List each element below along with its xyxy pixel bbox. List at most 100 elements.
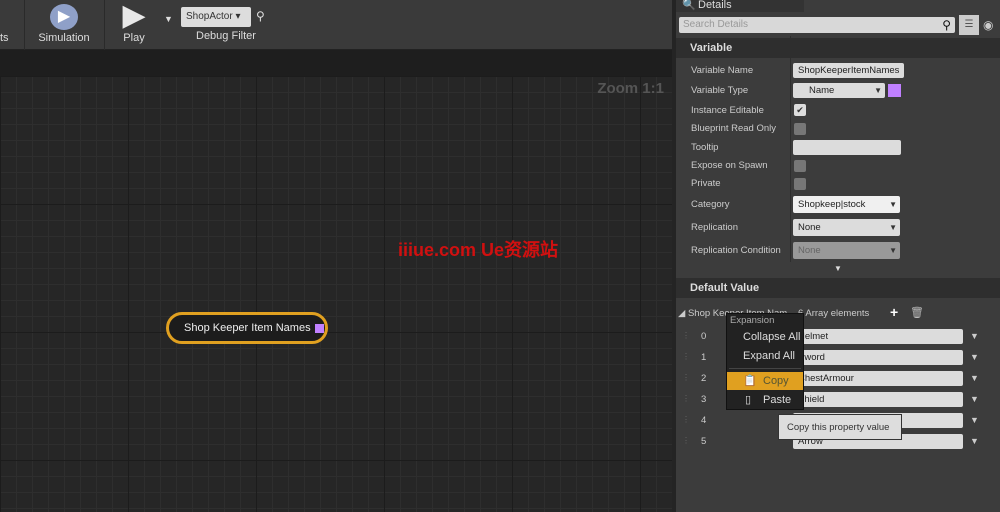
drag-handle[interactable]: ⋮ [682,331,690,340]
category-combo[interactable]: Shopkeep|stock ▼ [793,196,900,213]
menu-item-copy[interactable]: 📋 Copy [727,372,803,390]
variable-section-header[interactable]: Variable [676,38,1000,58]
delete-icon[interactable]: 🗑 [910,306,924,319]
menu-section-header: Expansion [730,315,775,326]
variable-name-input[interactable]: ShopKeeperItemNames [793,63,904,78]
drag-handle[interactable]: ⋮ [682,394,690,403]
read-only-checkbox[interactable] [794,123,806,135]
expose-on-spawn-label: Expose on Spawn [691,160,768,171]
container-type-icon[interactable] [888,84,901,97]
replication-condition-label: Replication Condition [691,245,781,256]
instance-editable-label: Instance Editable [691,105,764,116]
debug-actor-value: ShopActor [186,11,233,22]
array-count: 6 Array elements [798,308,870,319]
tooltip: Copy this property value [778,414,902,440]
element-options-dropdown[interactable]: ▼ [970,436,979,446]
graph-header [0,50,672,76]
play-options-dropdown[interactable]: ▼ [164,14,173,24]
array-element-input[interactable]: Helmet [793,329,963,344]
divider [729,368,801,369]
array-element-input[interactable]: ChestArmour [793,371,963,386]
drag-handle[interactable]: ⋮ [682,415,690,424]
toolbar-partial-button[interactable]: ts [0,32,9,44]
drag-handle[interactable]: ⋮ [682,373,690,382]
array-element-input[interactable]: Shield [793,392,963,407]
advanced-expand-icon[interactable]: ▼ [834,264,842,273]
element-index: 3 [701,394,707,405]
private-checkbox[interactable] [794,178,806,190]
element-options-dropdown[interactable]: ▼ [970,373,979,383]
copy-icon: 📋 [743,375,757,387]
element-index: 5 [701,436,707,447]
drag-handle[interactable]: ⋮ [682,436,690,445]
blueprint-graph[interactable]: Zoom 1:1 [0,76,672,512]
toolbar: ts ▶ Simulation ▶ Play ▼ ShopActor ▾ ⚲ D… [0,0,672,50]
tab-details[interactable]: 🔍 Details [676,0,804,12]
array-pin-icon[interactable] [314,323,324,333]
element-options-dropdown[interactable]: ▼ [970,331,979,341]
element-options-dropdown[interactable]: ▼ [970,352,979,362]
element-index: 1 [701,352,707,363]
element-options-dropdown[interactable]: ▼ [970,415,979,425]
divider [790,36,791,262]
node-label: Shop Keeper Item Names [184,322,311,334]
tab-label: Details [698,0,732,11]
replication-condition-select: None ▼ [793,242,900,259]
replication-label: Replication [691,222,738,233]
add-element-icon[interactable]: + [890,304,898,320]
play-label: Play [123,32,145,44]
element-index: 4 [701,415,707,426]
read-only-label: Blueprint Read Only [691,123,777,134]
tooltip-label: Tooltip [691,142,719,153]
element-index: 0 [701,331,707,342]
category-label: Category [691,199,730,210]
simulation-label: Simulation [38,32,90,44]
chevron-down-icon: ▼ [874,86,882,95]
replication-value: None [798,222,821,233]
paste-icon: ▯ [745,394,752,406]
element-options-dropdown[interactable]: ▼ [970,394,979,404]
menu-item-paste[interactable]: ▯ Paste [727,391,803,409]
variable-name-label: Variable Name [691,65,754,76]
search-details-input[interactable]: Search Details ⚲ [679,17,955,33]
paste-label: Paste [763,394,792,406]
section-label: Default Value [690,282,760,294]
copy-label: Copy [763,375,789,387]
section-label: Variable [690,42,733,54]
chevron-down-icon: ▼ [889,246,897,255]
debug-filter-select[interactable]: ShopActor ▾ [181,7,251,27]
category-value: Shopkeep|stock [798,199,866,210]
eye-icon[interactable]: ◉ [983,18,993,32]
array-element-input[interactable]: Sword [793,350,963,365]
variable-type-value: Name [809,85,835,96]
variable-node[interactable]: Shop Keeper Item Names [166,312,328,344]
search-icon: ⚲ [942,18,951,32]
simulation-icon: ▶ [50,4,78,30]
divider [104,0,105,50]
variable-type-select[interactable]: Name ▼ [793,83,885,98]
menu-item-expand-all[interactable]: Expand All [727,347,803,365]
search-placeholder: Search Details [683,19,749,30]
context-menu: Expansion Collapse All Expand All 📋 Copy … [726,313,804,410]
debug-filter-label: Debug Filter [196,30,256,42]
chevron-down-icon: ▼ [889,223,897,232]
replication-condition-value: None [798,245,821,256]
replication-select[interactable]: None ▼ [793,219,900,236]
chevron-down-icon: ▼ [889,200,897,209]
divider [24,0,25,50]
instance-editable-checkbox[interactable]: ✔ [794,104,806,116]
default-value-section-header[interactable]: Default Value [676,278,1000,298]
private-label: Private [691,178,721,189]
drag-handle[interactable]: ⋮ [682,352,690,361]
tooltip-input[interactable] [793,140,901,155]
details-icon: 🔍 [682,0,696,11]
watermark: iiiue.com Ue资源站 [398,240,559,260]
play-button[interactable]: ▶ Play [112,0,156,44]
search-icon[interactable]: ⚲ [256,9,265,23]
play-icon: ▶ [122,0,146,32]
menu-item-collapse-all[interactable]: Collapse All [727,328,803,346]
view-options-button[interactable]: ☰ [959,15,979,35]
variable-type-label: Variable Type [691,85,749,96]
expose-on-spawn-checkbox[interactable] [794,160,806,172]
simulation-button[interactable]: ▶ Simulation [34,4,94,44]
